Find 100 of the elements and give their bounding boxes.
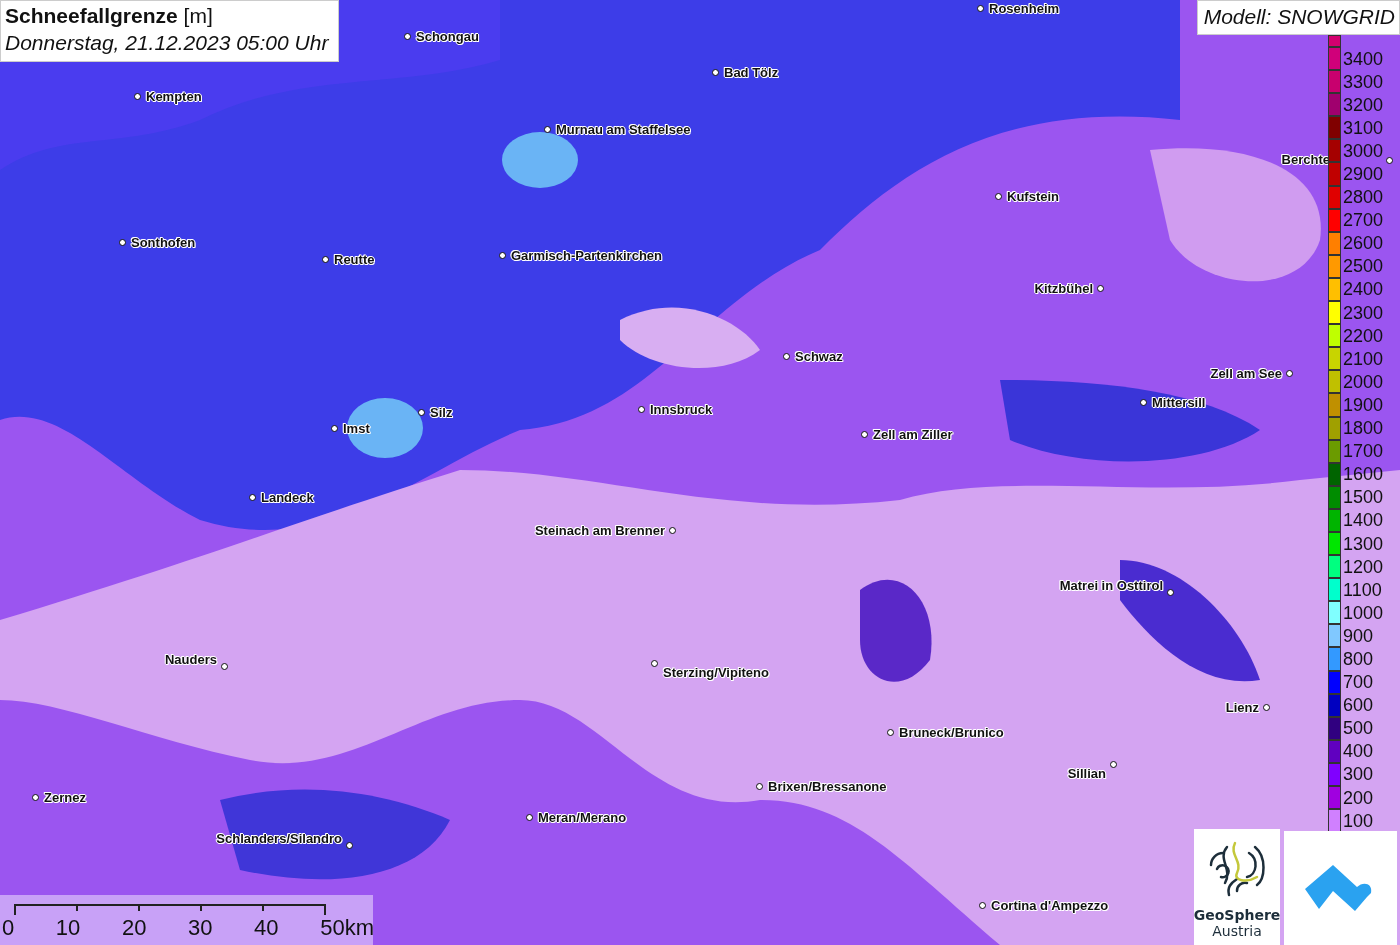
city-label: Murnau am Staffelsee xyxy=(556,122,691,137)
city-marker xyxy=(526,814,533,821)
legend-label: 2300 xyxy=(1343,303,1384,322)
scale-bar-icon xyxy=(14,903,326,915)
scale-label: 30 xyxy=(188,915,213,941)
logo-text: GeoSphere xyxy=(1193,907,1281,923)
legend-label: 1200 xyxy=(1343,557,1384,576)
legend-label: 3400 xyxy=(1343,49,1384,68)
city-marker xyxy=(499,252,506,259)
city-label: Schongau xyxy=(416,29,479,44)
city-label: Zell am Ziller xyxy=(873,427,953,442)
map-datetime: Donnerstag, 21.12.2023 05:00 Uhr xyxy=(5,31,329,55)
city-marker xyxy=(119,239,126,246)
legend-label: 300 xyxy=(1343,765,1374,784)
legend-label: 1500 xyxy=(1343,488,1384,507)
city-label: Cortina d'Ampezzo xyxy=(991,898,1109,913)
city-marker xyxy=(134,93,141,100)
city-label: Brixen/Bressanone xyxy=(768,779,887,794)
logo-text: Austria xyxy=(1212,923,1262,939)
model-label: Modell: SNOWGRID xyxy=(1196,0,1400,35)
city-label: Meran/Merano xyxy=(538,810,627,825)
legend-label: 2100 xyxy=(1343,349,1384,368)
city-label: Bruneck/Brunico xyxy=(899,725,1004,740)
city-label: Zernez xyxy=(44,790,86,805)
legend-label: 2900 xyxy=(1343,165,1384,183)
legend-label: 1300 xyxy=(1343,534,1384,553)
scale-label: 20 xyxy=(121,915,147,941)
city-label: Bad Tölz xyxy=(724,65,779,80)
city-marker xyxy=(1286,370,1293,377)
legend-label: 1800 xyxy=(1343,419,1384,438)
legend-label: 2200 xyxy=(1343,326,1384,345)
city-label: Innsbruck xyxy=(650,402,713,417)
city-marker xyxy=(783,353,790,360)
city-label: Landeck xyxy=(261,490,314,505)
city-marker xyxy=(331,425,338,432)
city-marker xyxy=(249,494,256,501)
city-marker xyxy=(221,663,228,670)
city-label: Reutte xyxy=(334,252,375,267)
legend-label: 2700 xyxy=(1343,211,1384,230)
legend-label: 3100 xyxy=(1343,118,1384,137)
legend-label: 100 xyxy=(1343,811,1374,830)
city-label: Schwaz xyxy=(795,349,843,364)
legend-label: 1700 xyxy=(1343,442,1384,461)
legend-label: 900 xyxy=(1343,626,1374,645)
legend-label: 2500 xyxy=(1343,257,1384,276)
map-title: Schneefallgrenze [m] xyxy=(5,4,214,28)
scale-label: 40 xyxy=(254,915,279,941)
legend-label: 600 xyxy=(1343,696,1374,715)
city-marker xyxy=(1386,157,1393,164)
city-marker xyxy=(346,842,353,849)
city-label: Imst xyxy=(343,421,370,436)
city-marker xyxy=(756,783,763,790)
city-marker xyxy=(1110,761,1117,768)
legend-label: 3200 xyxy=(1343,95,1384,114)
city-marker xyxy=(32,794,39,801)
legend-label: 1600 xyxy=(1343,465,1384,484)
scale-label: 10 xyxy=(55,915,81,941)
city-marker xyxy=(979,902,986,909)
city-label: Nauders xyxy=(164,652,217,667)
city-label: Kitzbühel xyxy=(1034,281,1093,296)
city-label: Zell am See xyxy=(1210,366,1282,381)
legend-label: 1900 xyxy=(1343,395,1384,414)
city-label: Garmisch-Partenkirchen xyxy=(511,248,662,263)
legend-label: 2000 xyxy=(1343,372,1384,391)
legend-label: 2400 xyxy=(1343,280,1384,299)
scale-label: 50km xyxy=(320,915,374,941)
city-label: Kempten xyxy=(146,89,202,104)
city-label: Berchte xyxy=(1281,152,1330,167)
city-label: Sonthofen xyxy=(131,235,196,250)
legend-label: 3000 xyxy=(1343,141,1384,160)
city-marker xyxy=(977,5,984,12)
city-marker xyxy=(995,193,1002,200)
legend-label: 400 xyxy=(1343,742,1374,761)
city-marker xyxy=(861,431,868,438)
legend-label: 2800 xyxy=(1343,188,1384,207)
city-label: Kufstein xyxy=(1007,189,1059,204)
city-marker xyxy=(544,126,551,133)
city-marker xyxy=(1167,589,1174,596)
city-marker xyxy=(1097,285,1104,292)
legend-label: 800 xyxy=(1343,650,1374,668)
legend-label: 2600 xyxy=(1343,234,1384,253)
scale-label: 0 xyxy=(2,915,15,941)
city-label: Silz xyxy=(430,405,453,420)
city-label: Sillian xyxy=(1067,766,1106,781)
city-marker xyxy=(418,409,425,416)
city-label: Sterzing/Vipiteno xyxy=(663,665,769,680)
legend-label: 1100 xyxy=(1343,580,1382,599)
city-marker xyxy=(887,729,894,736)
city-marker xyxy=(638,406,645,413)
city-label: Lienz xyxy=(1225,700,1259,715)
legend-label: 200 xyxy=(1343,788,1374,807)
city-marker xyxy=(322,256,329,263)
city-marker xyxy=(669,527,676,534)
city-marker xyxy=(1140,399,1147,406)
city-marker xyxy=(1263,704,1270,711)
legend-label: 1000 xyxy=(1343,603,1384,622)
legend-label: 1400 xyxy=(1343,511,1384,530)
city-marker xyxy=(651,660,658,667)
city-label: Mittersill xyxy=(1152,395,1206,410)
city-label: Schlanders/Silandro xyxy=(216,831,342,846)
